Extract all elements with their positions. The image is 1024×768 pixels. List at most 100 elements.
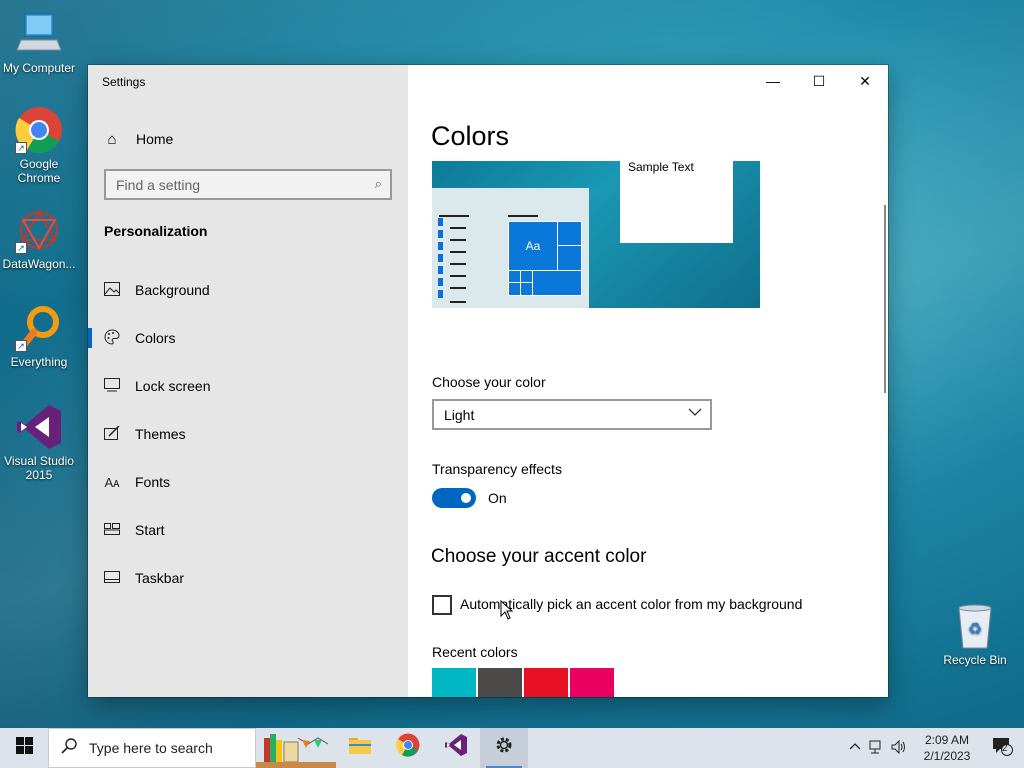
search-placeholder: Find a setting — [116, 176, 201, 193]
preview-line — [450, 239, 466, 241]
preview-start-menu: Aa — [432, 188, 589, 308]
accent-color-heading: Choose your accent color — [431, 546, 647, 567]
desktop-icon-label: Recycle Bin — [943, 653, 1007, 667]
preview-bar — [438, 278, 443, 286]
desktop-icon-google-chrome[interactable]: ↗ Google Chrome — [0, 106, 78, 185]
sidebar-item-colors[interactable]: Colors — [88, 318, 408, 358]
preview-tile-aa: Aa — [508, 221, 558, 271]
choose-color-value: Light — [444, 406, 475, 423]
color-swatch[interactable] — [432, 668, 476, 697]
taskbar-settings[interactable] — [480, 728, 528, 768]
settings-window: Settings ⌂ Home Find a setting ⌕ Persona… — [88, 65, 888, 697]
sidebar-item-label: Fonts — [135, 474, 171, 490]
clock-time: 2:09 AM — [924, 733, 970, 747]
shortcut-arrow-icon: ↗ — [15, 142, 27, 154]
preview-bar — [438, 230, 443, 238]
transparency-toggle[interactable] — [432, 488, 476, 508]
choose-color-label: Choose your color — [432, 374, 546, 390]
section-title: Personalization — [104, 223, 208, 239]
settings-content: — ☐ ✕ Colors Aa Sample Text Choose your … — [408, 65, 888, 697]
taskbar-chrome[interactable] — [384, 728, 432, 768]
start-button[interactable] — [0, 728, 48, 768]
mouse-cursor-icon — [500, 599, 514, 620]
preview-bar — [438, 218, 443, 226]
gear-icon — [494, 735, 514, 761]
volume-icon[interactable] — [888, 739, 910, 757]
window-caption-buttons: — ☐ ✕ — [750, 65, 888, 97]
color-swatch[interactable] — [570, 668, 614, 697]
recent-colors — [432, 668, 616, 697]
desktop-icon-datawagon[interactable]: ↗ DataWagon... — [0, 206, 78, 271]
desktop-icon-label: My Computer — [2, 61, 76, 75]
content-scrollbar[interactable] — [884, 205, 886, 393]
desktop-icon-everything[interactable]: ↗ Everything — [0, 304, 78, 369]
datawagon-icon: ↗ — [15, 206, 63, 254]
close-button[interactable]: ✕ — [842, 65, 888, 97]
minimize-button[interactable]: — — [750, 65, 796, 97]
preview-line — [450, 251, 466, 253]
chevron-up-icon[interactable] — [844, 741, 866, 756]
recent-colors-label: Recent colors — [432, 644, 518, 660]
recycle-bin-icon: ♻ — [951, 602, 999, 650]
chrome-icon — [396, 733, 420, 763]
clock-date: 2/1/2023 — [923, 749, 971, 763]
page-title: Colors — [431, 121, 510, 151]
preview-bar — [438, 290, 443, 298]
system-tray: 2:09 AM 2/1/2023 2 — [844, 728, 1024, 768]
everything-search-icon: ↗ — [15, 304, 63, 352]
desktop-icon-recycle-bin[interactable]: ♻ Recycle Bin — [936, 602, 1014, 667]
sidebar-item-background[interactable]: Background — [88, 270, 408, 310]
choose-color-dropdown[interactable]: Light — [432, 399, 712, 430]
settings-sidebar: Settings ⌂ Home Find a setting ⌕ Persona… — [88, 65, 408, 697]
sidebar-item-start[interactable]: Start — [88, 510, 408, 550]
folder-icon — [349, 736, 371, 760]
color-swatch[interactable] — [478, 668, 522, 697]
taskbar-visual-studio[interactable] — [432, 728, 480, 768]
themes-icon — [104, 424, 120, 443]
chevron-down-icon — [688, 405, 702, 422]
sidebar-item-lock-screen[interactable]: Lock screen — [88, 366, 408, 406]
notification-count: 2 — [1002, 743, 1008, 754]
desktop-icon-label: Everything — [10, 355, 68, 369]
svg-text:♻: ♻ — [968, 621, 982, 638]
taskbar-clock[interactable]: 2:09 AM 2/1/2023 — [914, 732, 980, 764]
sidebar-item-fonts[interactable]: Aᴀ Fonts — [88, 462, 408, 502]
desktop-icon-my-computer[interactable]: My Computer — [0, 10, 78, 75]
maximize-icon: ☐ — [812, 72, 826, 89]
preview-sample-window: Sample Text — [620, 161, 733, 243]
action-center-button[interactable]: 2 — [980, 728, 1024, 768]
color-swatch[interactable] — [524, 668, 568, 697]
visual-studio-icon — [15, 403, 63, 451]
preview-tile — [532, 270, 582, 296]
nav-home-label: Home — [136, 131, 174, 147]
maximize-button[interactable]: ☐ — [796, 65, 842, 97]
preview-line — [450, 227, 466, 229]
palette-icon — [104, 328, 120, 348]
search-highlight-books-icon[interactable] — [256, 728, 336, 768]
sidebar-item-label: Start — [135, 522, 165, 538]
sidebar-item-label: Lock screen — [135, 378, 211, 394]
minimize-icon: — — [766, 73, 780, 89]
find-setting-input[interactable]: Find a setting ⌕ — [104, 169, 392, 200]
search-icon — [61, 737, 77, 759]
computer-icon — [15, 10, 63, 58]
sidebar-item-taskbar[interactable]: Taskbar — [88, 558, 408, 598]
transparency-label: Transparency effects — [432, 461, 562, 477]
taskbar: Type here to search 2:09 AM 2/1/2023 2 — [0, 728, 1024, 768]
nav-home[interactable]: ⌂ Home — [104, 128, 173, 150]
desktop-icon-label: Visual Studio 2015 — [4, 454, 74, 482]
close-icon: ✕ — [859, 72, 871, 89]
window-title: Settings — [102, 75, 146, 89]
network-icon[interactable] — [866, 740, 888, 757]
preview-bar — [438, 242, 443, 250]
preview-bar — [438, 266, 443, 274]
sidebar-item-themes[interactable]: Themes — [88, 414, 408, 454]
desktop-icon-visual-studio[interactable]: Visual Studio 2015 — [0, 403, 78, 482]
taskbar-search-box[interactable]: Type here to search — [48, 728, 256, 768]
shortcut-arrow-icon: ↗ — [15, 340, 27, 352]
taskbar-file-explorer[interactable] — [336, 728, 384, 768]
image-icon — [104, 281, 120, 299]
auto-accent-checkbox[interactable] — [432, 595, 452, 615]
sidebar-item-label: Taskbar — [135, 570, 185, 586]
preview-line — [450, 263, 466, 265]
